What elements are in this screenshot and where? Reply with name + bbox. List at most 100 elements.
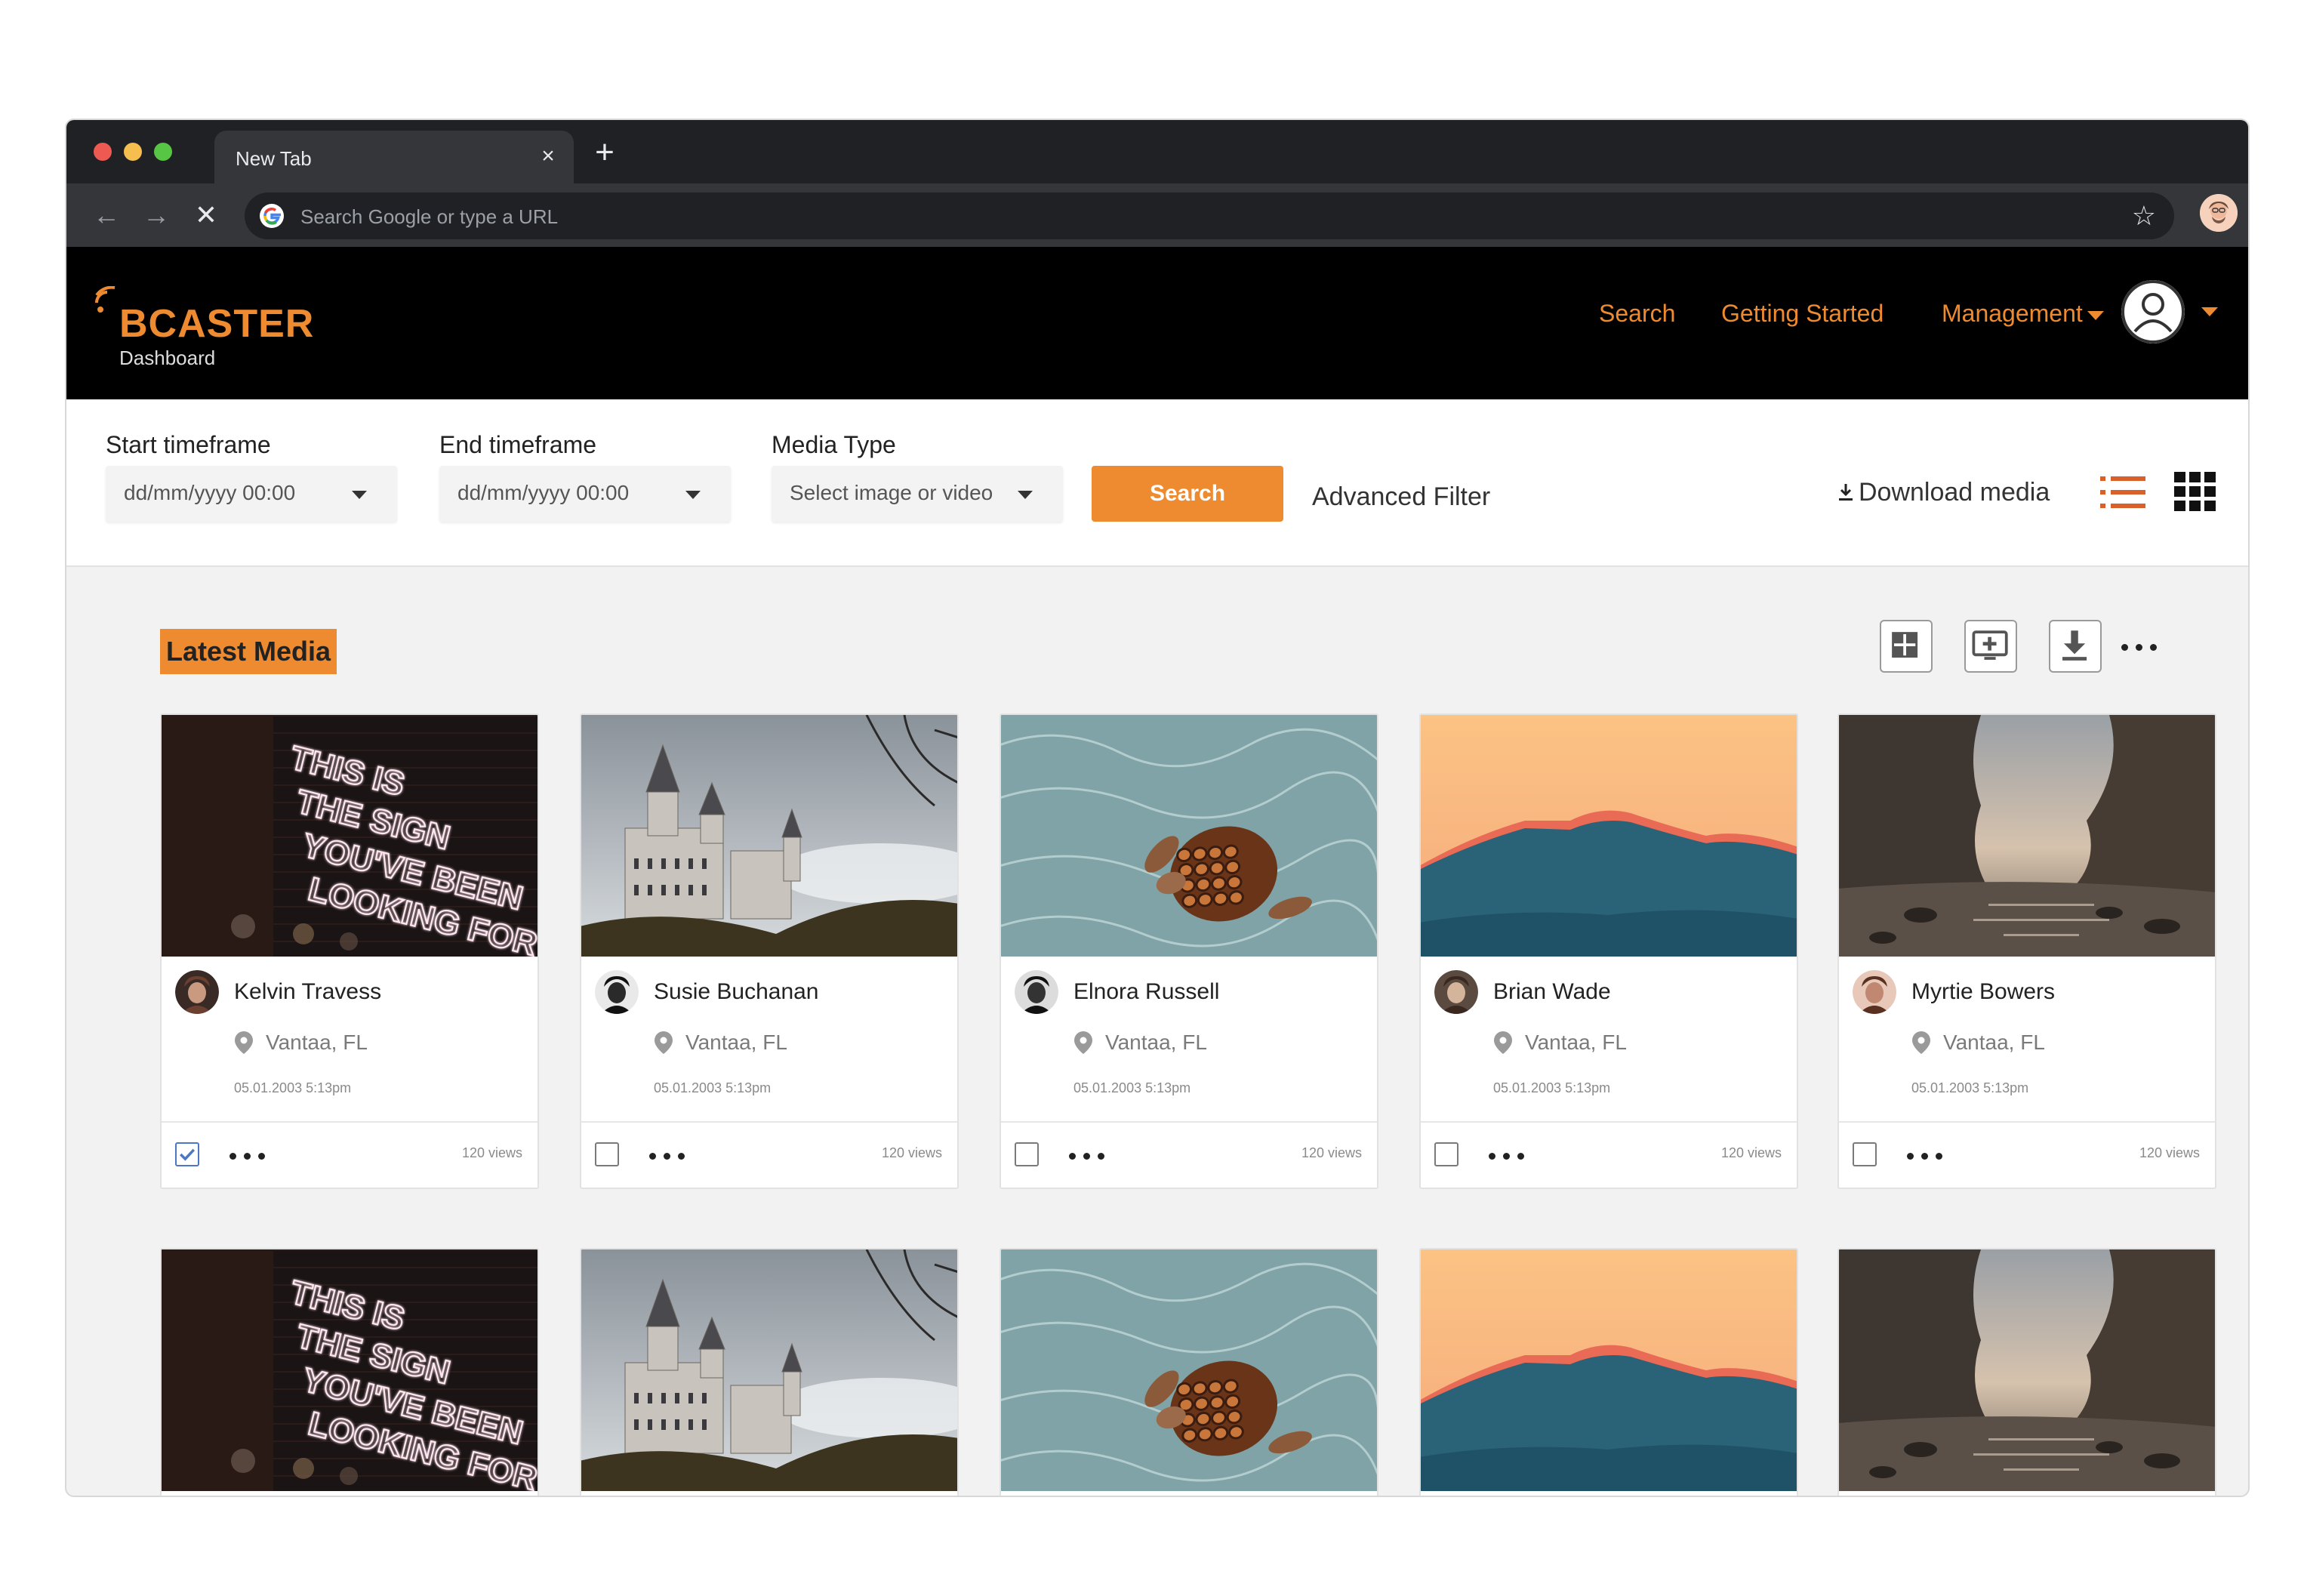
media-thumbnail[interactable] [1001, 1249, 1377, 1491]
start-timeframe-select[interactable]: dd/mm/yyyy 00:00 [106, 466, 397, 522]
media-type-select[interactable]: Select image or video [772, 466, 1063, 522]
browser-tab-bar: New Tab × + [66, 120, 2248, 185]
filter-bar: Start timeframe dd/mm/yyyy 00:00 End tim… [66, 399, 2248, 567]
address-bar[interactable]: Search Google or type a URL ☆ [245, 193, 2174, 239]
google-icon [260, 204, 284, 228]
author-avatar[interactable] [175, 970, 219, 1014]
author-name[interactable]: Susie Buchanan [654, 979, 819, 1005]
end-timeframe-select[interactable]: dd/mm/yyyy 00:00 [439, 466, 731, 522]
media-card[interactable] [1837, 1248, 2216, 1496]
logo-subtitle: Dashboard [119, 347, 216, 369]
maximize-window-button[interactable] [154, 143, 172, 161]
card-more-icon[interactable] [1907, 1150, 1960, 1160]
tab-close-icon[interactable]: × [533, 141, 563, 171]
forward-button[interactable]: → [137, 197, 175, 235]
nav-search-link[interactable]: Search [1599, 300, 1675, 328]
browser-profile-avatar[interactable] [2200, 194, 2238, 232]
chevron-down-icon [2087, 310, 2104, 320]
more-options-icon[interactable] [2121, 641, 2170, 653]
minimize-window-button[interactable] [124, 143, 142, 161]
card-more-icon[interactable] [1489, 1150, 1542, 1160]
add-media-button[interactable] [1880, 620, 1933, 673]
back-button[interactable]: ← [88, 197, 125, 235]
select-checkbox[interactable] [1434, 1142, 1458, 1166]
add-to-screen-icon [1972, 630, 2008, 660]
media-card[interactable]: Brian Wade Vantaa, FL 05.01.2003 5:13pm … [1419, 713, 1798, 1189]
card-more-icon[interactable] [229, 1150, 282, 1160]
nav-management-menu[interactable]: Management [1942, 300, 2104, 328]
view-count: 120 views [1301, 1145, 1362, 1160]
media-card[interactable]: THIS IS THE SIGN YOU'VE BEEN LOOKING FOR TH… [160, 713, 539, 1189]
media-location: Vantaa, FL [685, 1031, 787, 1054]
checkmark-icon [180, 1148, 196, 1161]
close-window-button[interactable] [94, 143, 112, 161]
user-icon [2121, 280, 2185, 344]
caret-down-icon [685, 491, 701, 499]
search-button[interactable]: Search [1092, 466, 1283, 522]
location-pin-icon [1912, 1031, 1930, 1054]
download-media-button[interactable]: Download media [1837, 478, 2050, 507]
download-media-label: Download media [1859, 478, 2050, 507]
stop-loading-button[interactable]: ✕ [187, 197, 225, 235]
download-selected-button[interactable] [2049, 620, 2102, 673]
media-location: Vantaa, FL [1525, 1031, 1627, 1054]
media-card[interactable]: Elnora Russell Vantaa, FL 05.01.2003 5:1… [1000, 713, 1378, 1189]
new-tab-button[interactable]: + [584, 134, 625, 174]
media-location: Vantaa, FL [266, 1031, 368, 1054]
media-thumbnail[interactable]: THIS IS THE SIGN YOU'VE BEEN LOOKING FOR TH… [162, 1249, 537, 1491]
bookmark-star-icon[interactable]: ☆ [2132, 200, 2156, 232]
media-thumbnail[interactable] [1839, 1249, 2215, 1491]
media-thumbnail[interactable] [581, 1249, 957, 1491]
present-screen-button[interactable] [1964, 620, 2017, 673]
select-checkbox[interactable] [1015, 1142, 1039, 1166]
grid-view-icon[interactable] [2174, 472, 2216, 511]
media-date: 05.01.2003 5:13pm [1493, 1080, 1611, 1095]
user-avatar[interactable] [2121, 280, 2185, 344]
view-count: 120 views [461, 1145, 522, 1160]
start-timeframe-value: dd/mm/yyyy 00:00 [124, 481, 296, 504]
browser-toolbar: ← → ✕ Search Google or type a URL ☆ [66, 183, 2248, 247]
author-name[interactable]: Myrtie Bowers [1911, 979, 2055, 1005]
media-thumbnail[interactable] [1001, 715, 1377, 957]
author-name[interactable]: Kelvin Travess [234, 979, 381, 1005]
select-checkbox[interactable] [595, 1142, 619, 1166]
location-pin-icon [235, 1031, 253, 1054]
media-card[interactable]: Myrtie Bowers Vantaa, FL 05.01.2003 5:13… [1837, 713, 2216, 1189]
card-footer: 120 views [162, 1121, 537, 1188]
media-card[interactable] [1000, 1248, 1378, 1496]
browser-menu-icon[interactable] [2248, 199, 2250, 233]
author-avatar[interactable] [595, 970, 639, 1014]
advanced-filter-link[interactable]: Advanced Filter [1312, 482, 1490, 512]
card-more-icon[interactable] [649, 1150, 702, 1160]
select-checkbox[interactable] [175, 1142, 199, 1166]
author-avatar[interactable] [1015, 970, 1058, 1014]
list-view-icon[interactable] [2100, 475, 2145, 510]
media-thumbnail[interactable] [1421, 715, 1797, 957]
author-name[interactable]: Brian Wade [1493, 979, 1611, 1005]
caret-down-icon [352, 491, 367, 499]
card-more-icon[interactable] [1069, 1150, 1122, 1160]
author-avatar[interactable] [1434, 970, 1478, 1014]
nav-getting-started-link[interactable]: Getting Started [1721, 300, 1884, 328]
nav-management-label: Management [1942, 300, 2083, 327]
author-name[interactable]: Elnora Russell [1073, 979, 1219, 1005]
author-avatar[interactable] [1853, 970, 1896, 1014]
media-thumbnail[interactable] [1421, 1249, 1797, 1491]
end-timeframe-value: dd/mm/yyyy 00:00 [457, 481, 630, 504]
media-card[interactable]: THIS IS THE SIGN YOU'VE BEEN LOOKING FOR TH… [160, 1248, 539, 1496]
media-date: 05.01.2003 5:13pm [1911, 1080, 2029, 1095]
media-card[interactable] [580, 1248, 959, 1496]
browser-tab[interactable]: New Tab × [214, 131, 574, 185]
location-pin-icon [1074, 1031, 1092, 1054]
media-thumbnail[interactable] [581, 715, 957, 957]
media-date: 05.01.2003 5:13pm [1073, 1080, 1191, 1095]
bcaster-logo[interactable]: BCASTER Dashboard [94, 286, 313, 369]
end-timeframe-label: End timeframe [439, 431, 597, 458]
media-thumbnail[interactable] [1839, 715, 2215, 957]
media-location: Vantaa, FL [1105, 1031, 1207, 1054]
media-card[interactable] [1419, 1248, 1798, 1496]
select-checkbox[interactable] [1853, 1142, 1877, 1166]
media-card[interactable]: Susie Buchanan Vantaa, FL 05.01.2003 5:1… [580, 713, 959, 1189]
user-menu-chevron-icon[interactable] [2201, 307, 2218, 316]
media-thumbnail[interactable]: THIS IS THE SIGN YOU'VE BEEN LOOKING FOR TH… [162, 715, 537, 957]
